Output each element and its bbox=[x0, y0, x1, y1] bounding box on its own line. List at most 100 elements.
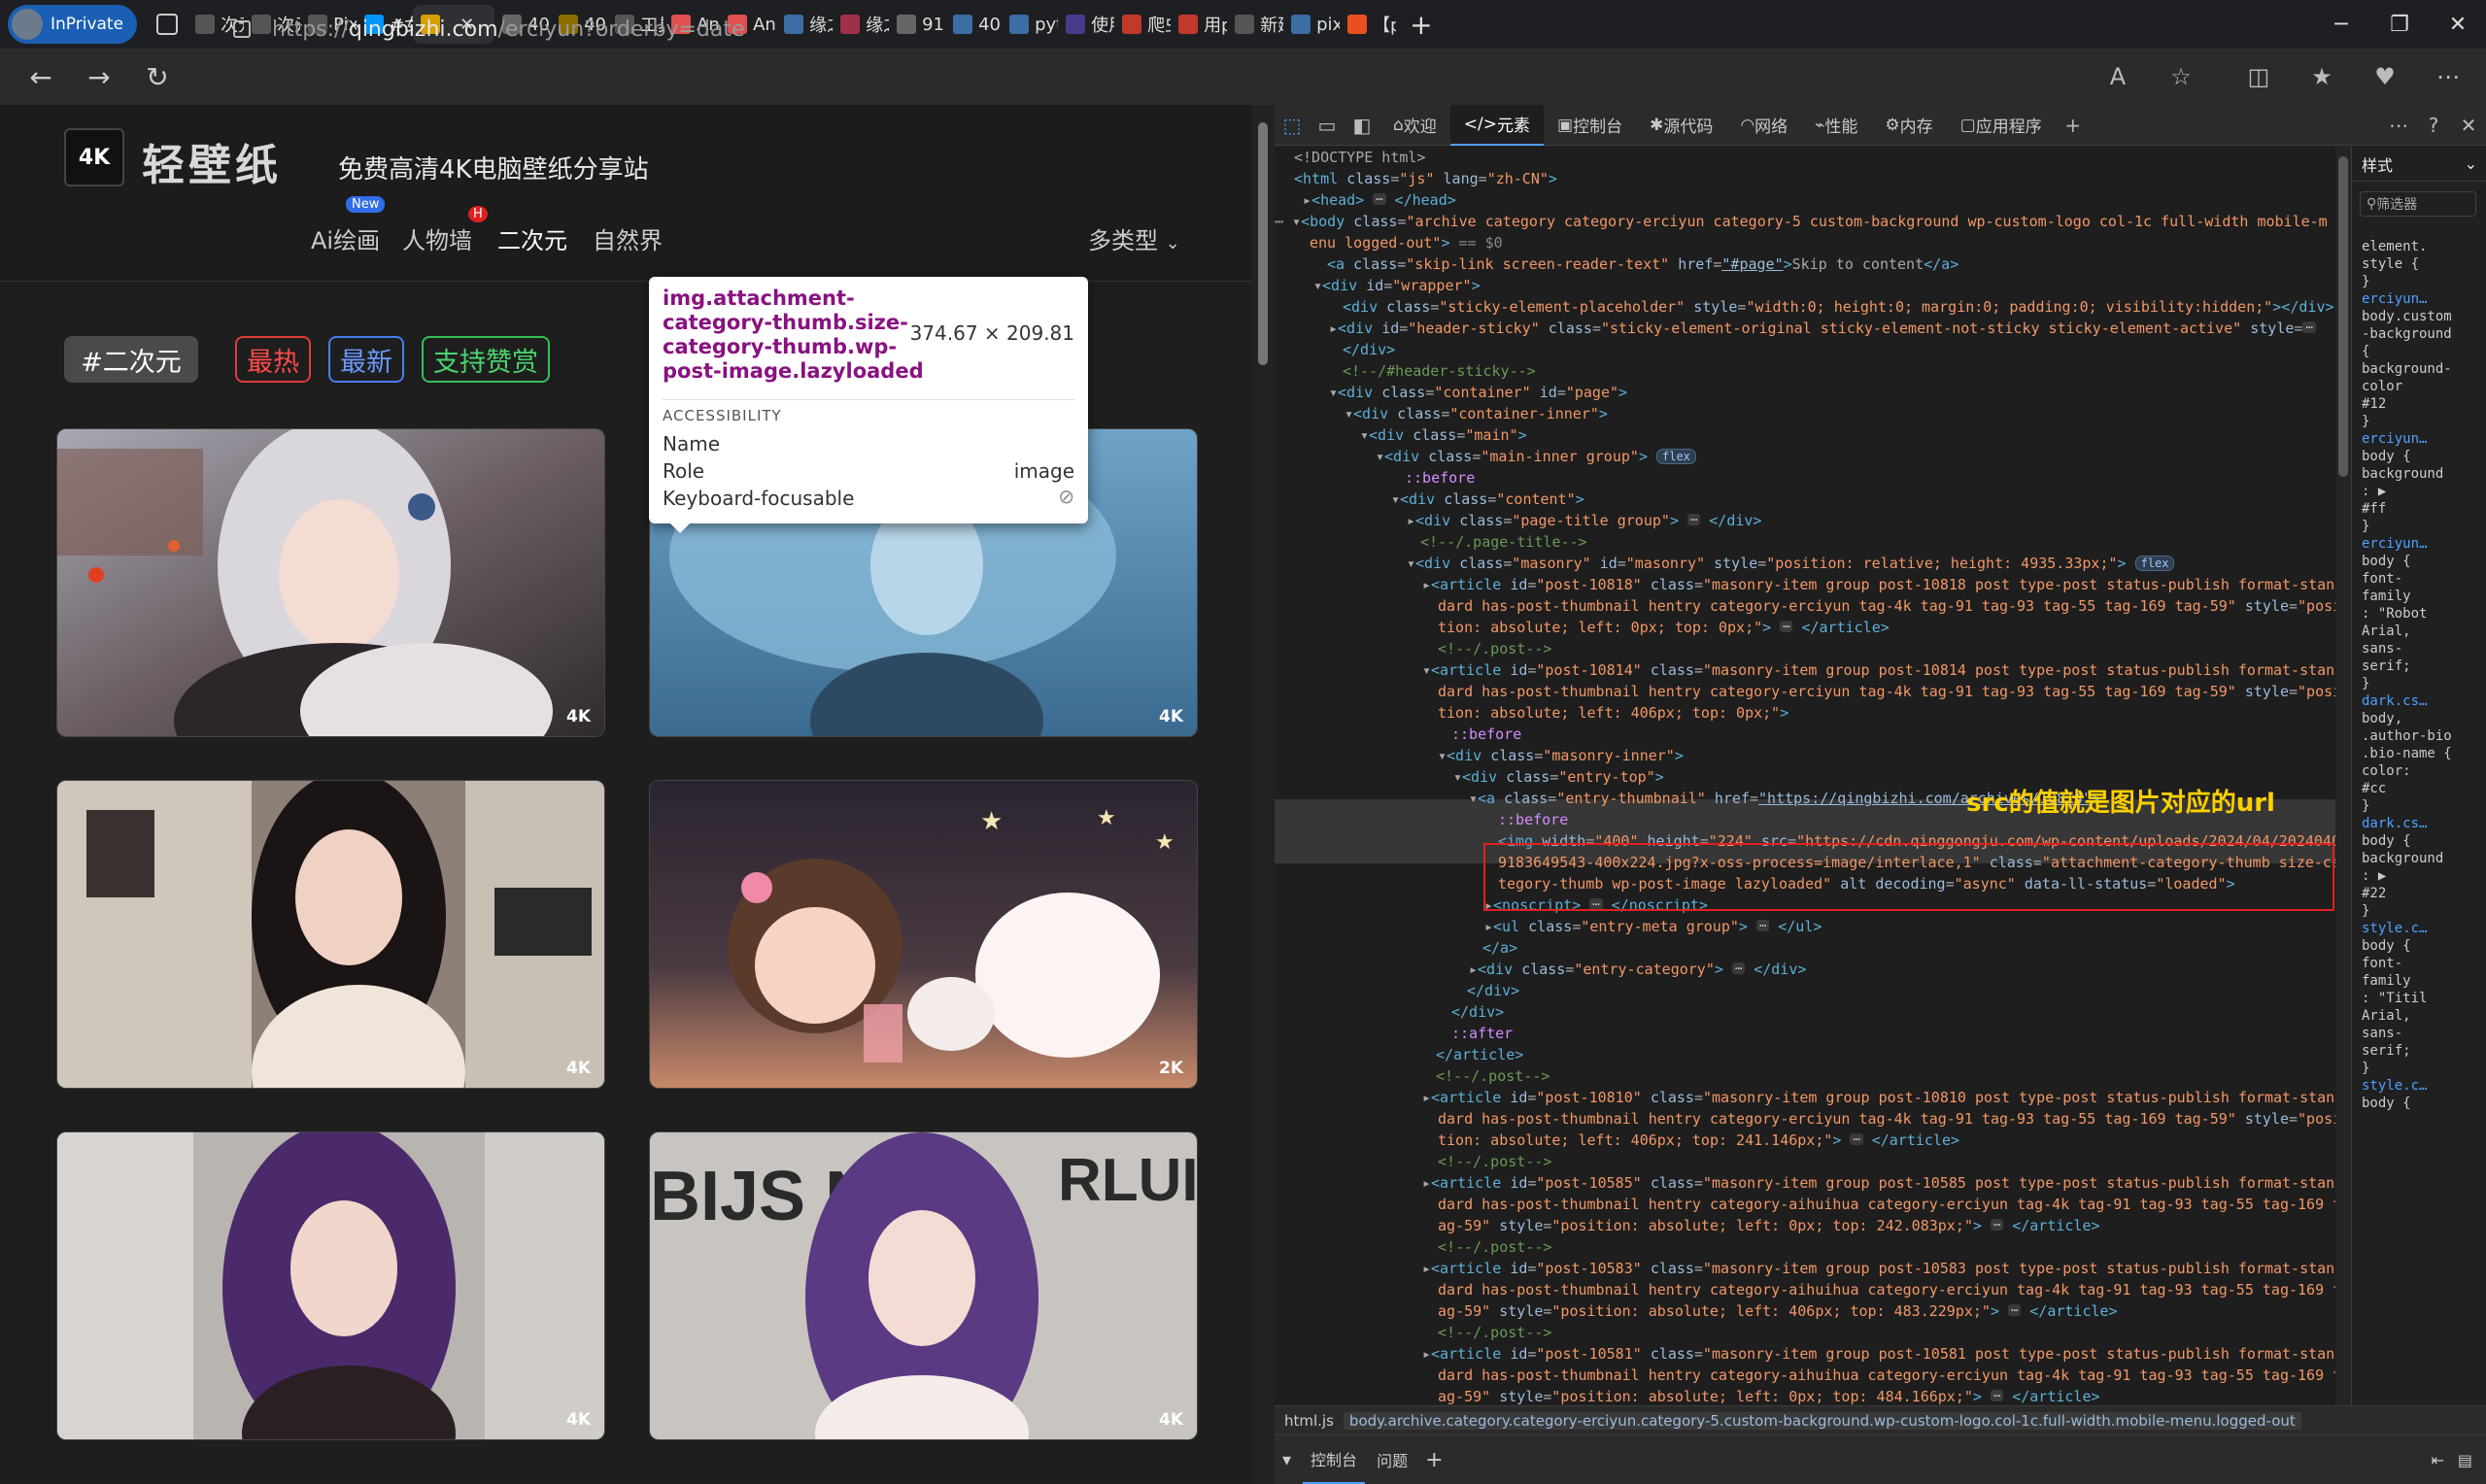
dom-line[interactable]: ⋯ ▾<body class="archive category categor… bbox=[1275, 211, 2328, 232]
tab-network[interactable]: ◠ 网络 bbox=[1726, 105, 1801, 146]
wallpaper-image[interactable] bbox=[57, 1132, 605, 1440]
wallpaper-card[interactable]: BIJS NA RLUI 4K bbox=[649, 1131, 1198, 1440]
style-line[interactable]: .bio-name { bbox=[2362, 745, 2452, 762]
dom-line[interactable]: ::before bbox=[1498, 809, 1568, 830]
dom-line[interactable]: ▾<div class="container-inner"> bbox=[1345, 403, 1608, 424]
tab-welcome[interactable]: ⌂ 欢迎 bbox=[1379, 105, 1450, 146]
minimize-icon[interactable]: ─ bbox=[2312, 0, 2370, 49]
more-tools-icon[interactable]: ⋯ bbox=[2381, 105, 2416, 146]
dom-line[interactable]: ▸<ul class="entry-meta group"> ⋯ </ul> bbox=[1484, 916, 1822, 937]
help-icon[interactable]: ? bbox=[2416, 105, 2451, 146]
wallpaper-image[interactable] bbox=[57, 429, 605, 737]
browser-tab[interactable]: 新建 bbox=[1227, 5, 1283, 44]
restore-icon[interactable]: ❐ bbox=[2370, 0, 2429, 49]
crumb-html[interactable]: html.js bbox=[1275, 1412, 1344, 1430]
tab-console[interactable]: ▣ 控制台 bbox=[1544, 105, 1636, 146]
wallpaper-image[interactable] bbox=[57, 781, 605, 1089]
page-scrollbar[interactable] bbox=[1251, 105, 1275, 1484]
tab-application[interactable]: ▢ 应用程序 bbox=[1947, 105, 2056, 146]
dom-line[interactable]: enu logged-out"> == $0 bbox=[1310, 232, 1503, 253]
style-line[interactable]: dark.cs… bbox=[2362, 815, 2427, 832]
style-line[interactable]: sans- bbox=[2362, 640, 2402, 658]
crumb-body[interactable]: body.archive.category.category-erciyun.c… bbox=[1343, 1411, 2301, 1430]
style-line[interactable]: serif; bbox=[2362, 1042, 2411, 1060]
style-line[interactable]: : "Robot bbox=[2362, 605, 2427, 623]
style-line[interactable]: erciyun… bbox=[2362, 535, 2427, 553]
dom-line[interactable]: <!--/.post--> bbox=[1438, 1151, 1551, 1172]
favorite-star-icon[interactable]: ☆ bbox=[2152, 49, 2210, 105]
dom-line[interactable]: <a class="skip-link screen-reader-text" … bbox=[1327, 253, 1958, 275]
dom-line[interactable]: ▸<head> ⋯ </head> bbox=[1294, 189, 1456, 211]
style-line[interactable]: body { bbox=[2362, 937, 2411, 955]
style-line[interactable]: body, bbox=[2362, 710, 2402, 727]
browser-tab[interactable]: 缘之 bbox=[776, 5, 833, 44]
dom-line[interactable]: </article> bbox=[1436, 1044, 1523, 1065]
dom-line[interactable]: <!--/.post--> bbox=[1438, 638, 1551, 659]
style-line[interactable]: body.custom bbox=[2362, 308, 2452, 325]
style-line[interactable]: sans- bbox=[2362, 1025, 2402, 1042]
style-line[interactable]: family bbox=[2362, 972, 2411, 990]
wallpaper-card[interactable]: ★ ★ ★ 2K bbox=[649, 780, 1198, 1089]
dom-scrollbar[interactable] bbox=[2335, 147, 2351, 1405]
refresh-icon[interactable]: ↻ bbox=[128, 49, 187, 105]
browser-tab[interactable]: 使用 bbox=[1058, 5, 1114, 44]
style-line[interactable]: font- bbox=[2362, 570, 2402, 588]
scroll-thumb[interactable] bbox=[2338, 156, 2348, 477]
dom-line[interactable]: </div> bbox=[1451, 1001, 1504, 1023]
dom-line[interactable]: <!--/.post--> bbox=[1438, 1236, 1551, 1258]
device-emulation-icon[interactable]: ▭ bbox=[1310, 105, 1345, 146]
browser-tab[interactable]: pixiv bbox=[1283, 5, 1340, 44]
dom-line[interactable]: <!DOCTYPE html> bbox=[1294, 147, 1425, 168]
dom-line[interactable]: ▸<article id="post-10581" class="masonry… bbox=[1422, 1343, 2334, 1365]
dom-line[interactable]: <!--/.post--> bbox=[1438, 1322, 1551, 1343]
dom-line[interactable]: <!--/.page-title--> bbox=[1420, 531, 1587, 553]
dom-line[interactable]: <div class="sticky-element-placeholder" … bbox=[1343, 296, 2334, 318]
wallpaper-card[interactable]: 4K bbox=[56, 428, 605, 737]
style-line[interactable]: -background bbox=[2362, 325, 2452, 343]
drawer-layout-icon[interactable]: ▤ bbox=[2458, 1451, 2472, 1469]
dom-line[interactable]: dard has-post-thumbnail hentry category-… bbox=[1438, 1365, 2335, 1386]
back-icon[interactable]: ← bbox=[12, 49, 70, 105]
style-line[interactable]: family bbox=[2362, 588, 2411, 605]
dom-line[interactable]: ▾<div class="masonry-inner"> bbox=[1438, 745, 1684, 766]
inspect-element-icon[interactable]: ⬚ bbox=[1275, 105, 1310, 146]
dom-line[interactable]: ▾<article id="post-10814" class="masonry… bbox=[1422, 659, 2334, 681]
dom-line[interactable]: ag-59" style="position: absolute; left: … bbox=[1438, 1386, 2100, 1405]
browser-essentials-icon[interactable]: ♥ bbox=[2356, 49, 2414, 105]
style-line[interactable]: style { bbox=[2362, 255, 2419, 273]
more-menu-icon[interactable]: ⋯ bbox=[2419, 49, 2477, 105]
close-devtools-icon[interactable]: ✕ bbox=[2451, 105, 2486, 146]
style-line[interactable]: Arial, bbox=[2362, 1007, 2411, 1025]
dom-line[interactable]: dard has-post-thumbnail hentry category-… bbox=[1438, 1194, 2335, 1215]
dock-icon[interactable]: ⇤ bbox=[2431, 1451, 2443, 1469]
style-line[interactable]: serif; bbox=[2362, 658, 2411, 675]
style-line[interactable]: } bbox=[2362, 518, 2369, 535]
add-tool-icon[interactable]: + bbox=[2056, 105, 2091, 146]
browser-tab[interactable]: 9126 bbox=[889, 5, 945, 44]
dom-line[interactable]: ::after bbox=[1451, 1023, 1513, 1044]
styles-tab[interactable]: 样式 ⌄ bbox=[2352, 147, 2486, 182]
style-line[interactable]: body { bbox=[2362, 832, 2411, 850]
support-button[interactable]: 支持赞赏 bbox=[422, 336, 550, 383]
nav-nature[interactable]: 自然界 bbox=[593, 221, 663, 255]
style-line[interactable]: dark.cs… bbox=[2362, 692, 2427, 710]
dom-line[interactable]: ▸<article id="post-10810" class="masonry… bbox=[1422, 1087, 2334, 1108]
address-input[interactable]: https://qingbizhi.com/erciyun?orderby=da… bbox=[233, 14, 745, 45]
style-line[interactable]: #12 bbox=[2362, 395, 2386, 413]
dock-side-icon[interactable]: ◧ bbox=[1345, 105, 1379, 146]
styles-filter-input[interactable]: ⚲ 筛选器 bbox=[2360, 191, 2476, 217]
style-line[interactable]: style.c… bbox=[2362, 1077, 2427, 1095]
forward-icon[interactable]: → bbox=[70, 49, 128, 105]
style-line[interactable]: font- bbox=[2362, 955, 2402, 972]
dom-line[interactable]: dard has-post-thumbnail hentry category-… bbox=[1438, 595, 2335, 617]
site-title[interactable]: 轻壁纸 bbox=[142, 130, 282, 192]
drawer-toggle-icon[interactable]: ▾ bbox=[1282, 1450, 1291, 1470]
read-aloud-icon[interactable]: A bbox=[2089, 49, 2147, 105]
style-line[interactable]: : ▶ bbox=[2362, 483, 2386, 500]
dom-line[interactable]: ag-59" style="position: absolute; left: … bbox=[1438, 1215, 2100, 1236]
wallpaper-card[interactable]: 4K bbox=[56, 780, 605, 1089]
tab-elements[interactable]: </> 元素 bbox=[1449, 104, 1545, 146]
style-line[interactable]: : ▶ bbox=[2362, 867, 2386, 885]
dom-line[interactable]: ▸<article id="post-10585" class="masonry… bbox=[1422, 1172, 2334, 1194]
style-line[interactable]: } bbox=[2362, 273, 2369, 290]
